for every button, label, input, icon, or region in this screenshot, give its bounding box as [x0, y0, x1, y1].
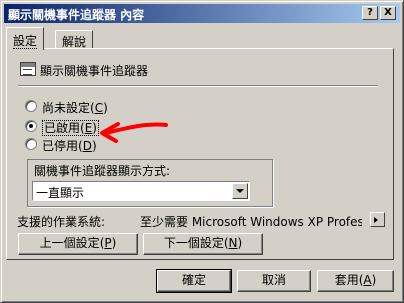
radio-not-configured-circle[interactable] — [25, 100, 37, 112]
apply-button[interactable]: 套用(A) — [317, 270, 394, 292]
red-arrow-icon — [100, 122, 168, 143]
help-button[interactable]: ? — [362, 6, 378, 20]
next-setting-button[interactable]: 下一個設定(N) — [143, 233, 263, 255]
chevron-down-icon[interactable] — [232, 183, 248, 199]
window-title: 顯示關機事件追蹤器 內容 — [8, 8, 145, 22]
supported-os-label: 支援的作業系統: — [17, 215, 106, 229]
tab-explain[interactable]: 解說 — [55, 30, 94, 50]
display-mode-dropdown[interactable]: 一直顯示 — [32, 181, 250, 201]
ok-button[interactable]: 確定 — [156, 269, 232, 293]
policy-setting-icon — [20, 62, 36, 76]
display-mode-value: 一直顯示 — [36, 186, 85, 200]
display-mode-label: 關機事件追蹤器顯示方式: — [34, 164, 171, 178]
tab-settings[interactable]: 設定 — [6, 27, 45, 50]
previous-setting-button[interactable]: 上一個設定(P) — [18, 233, 138, 255]
tab-settings-label: 設定 — [13, 34, 38, 49]
tab-explain-label: 解說 — [62, 35, 87, 49]
more-arrow-icon[interactable] — [370, 212, 385, 227]
cancel-button[interactable]: 取消 — [237, 270, 311, 292]
radio-not-configured-label[interactable]: 尚未設定(C) — [42, 99, 108, 116]
policy-name: 顯示關機事件追蹤器 — [40, 64, 149, 78]
title-bar[interactable]: 顯示關機事件追蹤器 內容 ? X — [4, 4, 400, 23]
supported-os-value: 至少需要 Microsoft Windows XP Professional 或… — [140, 215, 362, 229]
close-button[interactable]: X — [380, 6, 396, 20]
radio-enabled-circle[interactable] — [25, 120, 37, 132]
radio-disabled-circle[interactable] — [25, 138, 37, 150]
radio-enabled-label[interactable]: 已啟用(E) — [42, 119, 99, 136]
separator — [18, 85, 378, 87]
radio-disabled-label[interactable]: 已停用(D) — [42, 137, 97, 154]
